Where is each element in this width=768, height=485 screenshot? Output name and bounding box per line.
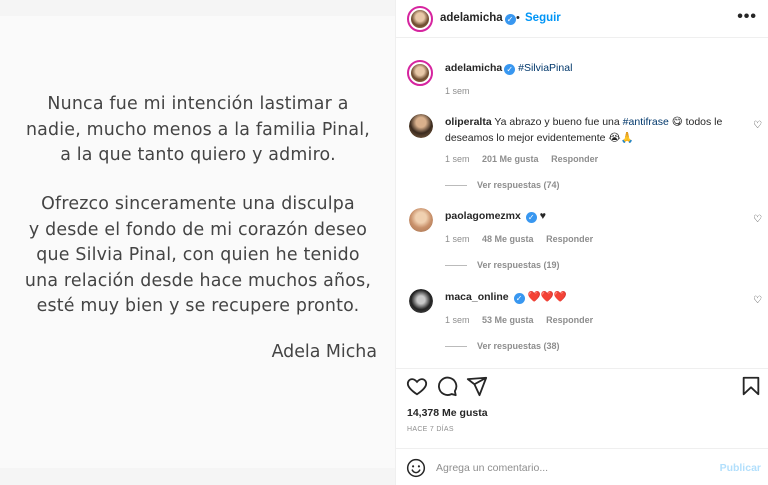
post-age[interactable]: HACE 7 DÍAS <box>407 426 454 433</box>
caption-hashtag[interactable]: #SilviaPinal <box>518 62 572 74</box>
signature: Adela Micha <box>271 342 377 362</box>
reply-button[interactable]: Responder <box>551 154 598 164</box>
view-replies-button[interactable]: Ver respuestas (74) <box>445 180 560 190</box>
separator-dot: • <box>516 12 520 24</box>
comment-username[interactable]: oliperalta <box>445 116 492 128</box>
view-replies-label[interactable]: Ver respuestas (19) <box>477 260 560 270</box>
share-icon[interactable] <box>466 375 488 397</box>
replies-divider <box>445 346 467 348</box>
verified-icon: ✓ <box>513 293 525 304</box>
follow-button[interactable]: Seguir <box>525 12 561 24</box>
statement-line: que Silvia Pinal, con quien he tenido <box>36 245 360 265</box>
comment-input[interactable] <box>436 460 706 476</box>
like-comment-icon[interactable]: ♡ <box>753 120 762 131</box>
comment-text: oliperalta Ya abrazo y bueno fue una #an… <box>445 114 745 146</box>
view-replies-button[interactable]: Ver respuestas (38) <box>445 341 560 351</box>
like-comment-icon[interactable]: ♡ <box>753 295 762 306</box>
comment-time[interactable]: 1 sem <box>445 234 470 244</box>
post-sidebar: adelamicha ✓ • Seguir ••• adelamicha ✓ #Si… <box>395 0 768 485</box>
comment-username[interactable]: paolagomezmx <box>445 210 521 222</box>
comment-text: maca_online ✓ ❤️❤️❤️ <box>445 289 745 305</box>
post-image: Nunca fue mi intención lastimar a nadie,… <box>0 16 395 468</box>
caption-time[interactable]: 1 sem <box>445 86 470 96</box>
statement-line: esté muy bien y se recupere pronto. <box>36 296 360 316</box>
avatar[interactable] <box>409 208 433 232</box>
avatar[interactable] <box>407 6 433 32</box>
comment-icon[interactable] <box>436 375 458 397</box>
add-comment-bar: Publicar <box>396 448 768 485</box>
statement-line: a la que tanto quiero y admiro. <box>60 145 336 165</box>
emoji-icon[interactable] <box>406 458 426 478</box>
view-replies-label[interactable]: Ver respuestas (38) <box>477 341 560 351</box>
comment-hashtag[interactable]: #antifrase <box>623 116 669 128</box>
view-replies-button[interactable]: Ver respuestas (19) <box>445 260 560 270</box>
like-comment-icon[interactable]: ♡ <box>753 214 762 225</box>
view-replies-label[interactable]: Ver respuestas (74) <box>477 180 560 190</box>
statement-paragraph-2: Ofrezco sinceramente una disculpa y desd… <box>8 192 388 320</box>
comment-likes[interactable]: 53 Me gusta <box>482 315 534 325</box>
publish-button[interactable]: Publicar <box>720 462 761 474</box>
statement-line: y desde el fondo de mi corazón deseo <box>28 219 368 240</box>
statement-paragraph-1: Nunca fue mi intención lastimar a nadie,… <box>8 92 388 169</box>
reply-button[interactable]: Responder <box>546 234 593 244</box>
comment-meta: 1 sem 53 Me gusta Responder <box>445 315 603 325</box>
post-actions: 14,378 Me gusta HACE 7 DÍAS <box>396 368 768 433</box>
comment-likes[interactable]: 201 Me gusta <box>482 154 539 164</box>
comment-likes[interactable]: 48 Me gusta <box>482 234 534 244</box>
statement-line: una relación desde hace muchos años, <box>24 270 372 291</box>
replies-divider <box>445 185 467 187</box>
reply-button[interactable]: Responder <box>546 315 593 325</box>
comment-text: paolagomezmx ✓ ♥ <box>445 208 745 224</box>
header-username[interactable]: adelamicha ✓ <box>440 12 516 25</box>
comment-time[interactable]: 1 sem <box>445 154 470 164</box>
heart-icon[interactable] <box>406 375 428 397</box>
comment-username[interactable]: maca_online <box>445 291 509 303</box>
statement-line: nadie, mucho menos a la familia Pinal, <box>25 119 371 140</box>
likes-count[interactable]: 14,378 Me gusta <box>407 407 488 419</box>
replies-divider <box>445 265 467 267</box>
post-image-panel: Nunca fue mi intención lastimar a nadie,… <box>0 0 395 485</box>
verified-icon: ✓ <box>504 64 516 75</box>
avatar[interactable] <box>407 60 433 86</box>
username-text[interactable]: adelamicha <box>440 12 503 24</box>
comment-time[interactable]: 1 sem <box>445 315 470 325</box>
caption-username[interactable]: adelamicha <box>445 62 502 74</box>
comment-meta: 1 sem 201 Me gusta Responder <box>445 154 608 164</box>
post-header: adelamicha ✓ • Seguir ••• <box>396 0 768 38</box>
comment-body: Ya abrazo y bueno fue una <box>494 116 623 128</box>
statement-line: Ofrezco sinceramente una disculpa <box>41 194 355 214</box>
verified-icon: ✓ <box>504 14 516 25</box>
comment-body: ❤️❤️❤️ <box>527 291 567 303</box>
comment-meta: 1 sem 48 Me gusta Responder <box>445 234 603 244</box>
more-options-icon[interactable]: ••• <box>737 8 757 26</box>
statement-line: Nunca fue mi intención lastimar a <box>47 94 349 114</box>
avatar[interactable] <box>409 114 433 138</box>
verified-icon: ✓ <box>525 212 537 223</box>
caption-text: adelamicha ✓ #SilviaPinal <box>445 60 745 76</box>
comments-list: adelamicha ✓ #SilviaPinal 1 sem oliperalt… <box>396 38 768 368</box>
save-icon[interactable] <box>740 375 762 397</box>
avatar[interactable] <box>409 289 433 313</box>
comment-body: ♥ <box>539 210 546 222</box>
caption-meta: 1 sem <box>445 86 480 96</box>
